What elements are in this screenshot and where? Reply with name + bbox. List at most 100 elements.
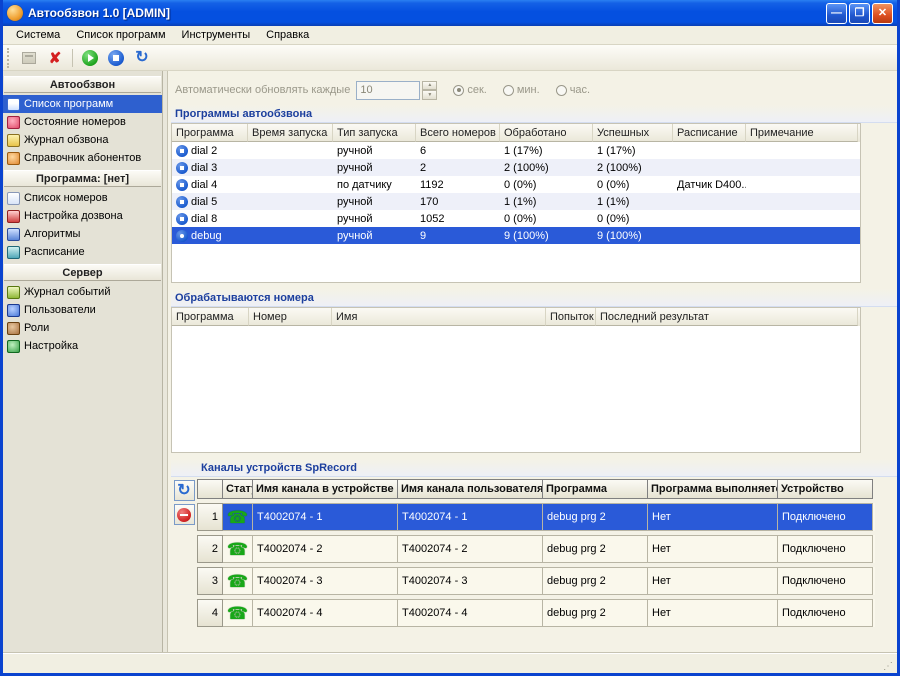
close-button[interactable]: ✕ [872,3,893,24]
stepper-down-icon[interactable]: ▼ [422,90,437,100]
column-header[interactable]: Имя канала в устройстве [253,479,398,499]
column-header[interactable]: Программа выполняется [648,479,778,499]
menu-system[interactable]: Система [9,27,67,43]
column-header[interactable]: Программа [543,479,648,499]
column-header[interactable]: Последний результат [596,308,858,326]
channel-row[interactable]: 2 ☎ T4002074 - 2 T4002074 - 2 debug prg … [197,535,875,563]
refresh-interval-input[interactable] [356,81,420,100]
phone-icon: ☎ [227,573,248,590]
menu-bar: Система Список программ Инструменты Спра… [3,26,897,45]
phone-icon: ☎ [227,541,248,558]
programs-list-icon [7,98,20,111]
unit-radio-sec[interactable]: сек. [453,84,487,96]
delete-button[interactable]: ✘ [44,47,66,69]
row-number: 3 [197,567,223,595]
minimize-button[interactable]: — [826,3,847,24]
sidebar-item-schedule[interactable]: Расписание [3,243,162,261]
column-header[interactable]: Статус [223,479,253,499]
sidebar-item-events-journal[interactable]: Журнал событий [3,283,162,301]
sidebar-item-roles[interactable]: Роли [3,319,162,337]
column-header[interactable]: Имя [332,308,546,326]
column-header[interactable]: Успешных [593,124,673,142]
auto-refresh-label: Автоматически обновлять каждые [175,84,350,96]
app-icon [7,5,23,21]
menu-program-list[interactable]: Список программ [69,27,172,43]
numbers-list-icon [7,192,20,205]
table-row-selected[interactable]: debug ручной 9 9 (100%) 9 (100%) [172,227,860,244]
channels-stop-button[interactable] [174,504,195,525]
resize-grip[interactable]: ⋰ [883,661,897,673]
table-row[interactable]: dial 4 по датчику 1192 0 (0%) 0 (0%) Дат… [172,176,860,193]
menu-tools[interactable]: Инструменты [175,27,258,43]
program-stopped-icon [176,179,188,191]
phone-icon: ☎ [227,605,248,622]
processing-section-title: Обрабатываются номера [171,289,897,307]
channel-row[interactable]: 4 ☎ T4002074 - 4 T4002074 - 4 debug prg … [197,599,875,627]
channels-section-title: Каналы устройств SpRecord [171,459,897,477]
column-header[interactable]: Обработано [500,124,593,142]
column-header[interactable]: Номер [249,308,332,326]
start-play-icon [82,50,98,66]
processing-table-empty-area [172,326,860,452]
channel-row-selected[interactable]: 1 ☎ T4002074 - 1 T4002074 - 1 debug prg … [197,503,875,531]
sidebar-item-settings[interactable]: Настройка [3,337,162,355]
refresh-interval-stepper[interactable]: ▲ ▼ [422,81,437,100]
main-panel: Автоматически обновлять каждые ▲ ▼ сек. … [168,71,897,653]
column-header[interactable]: Расписание [673,124,746,142]
channels-section: Каналы устройств SpRecord ↻ Статус Имя к… [171,459,897,627]
processing-table-header: Программа Номер Имя Попыток Последний ре… [172,308,860,326]
sidebar-item-numbers-list[interactable]: Список номеров [3,189,162,207]
refresh-icon: ↻ [135,50,148,66]
sidebar-item-label: Состояние номеров [24,116,126,128]
sidebar-item-label: Список номеров [24,192,108,204]
stepper-up-icon[interactable]: ▲ [422,81,437,91]
table-row[interactable]: dial 5 ручной 170 1 (1%) 1 (1%) [172,193,860,210]
table-row[interactable]: dial 8 ручной 1052 0 (0%) 0 (0%) [172,210,860,227]
column-header[interactable]: Программа [172,308,249,326]
column-header[interactable]: Программа [172,124,248,142]
sidebar-item-label: Список программ [24,98,113,110]
column-header[interactable]: Попыток [546,308,596,326]
stop-button[interactable] [105,47,127,69]
sidebar-item-program-list[interactable]: Список программ [3,95,162,113]
unit-radio-hour[interactable]: час. [556,84,590,96]
table-row[interactable]: dial 3 ручной 2 2 (100%) 2 (100%) [172,159,860,176]
delete-x-icon: ✘ [49,49,62,67]
stop-minus-icon [177,508,191,522]
unit-radio-min[interactable]: мин. [503,84,540,96]
column-header[interactable]: Устройство [778,479,873,499]
sidebar-item-subscribers[interactable]: Справочник абонентов [3,149,162,167]
sidebar-item-algorithms[interactable]: Алгоритмы [3,225,162,243]
sidebar-item-numbers-state[interactable]: Состояние номеров [3,113,162,131]
row-number: 4 [197,599,223,627]
sidebar-item-dial-settings[interactable]: Настройка дозвона [3,207,162,225]
table-row[interactable]: dial 2 ручной 6 1 (17%) 1 (17%) [172,142,860,159]
sidebar-item-dial-journal[interactable]: Журнал обзвона [3,131,162,149]
maximize-button[interactable]: ❐ [849,3,870,24]
sidebar-item-users[interactable]: Пользователи [3,301,162,319]
column-header[interactable]: Всего номеров [416,124,500,142]
radio-label: час. [570,84,590,96]
start-button[interactable] [79,47,101,69]
channels-table-header: Статус Имя канала в устройстве Имя канал… [197,479,875,499]
column-header[interactable]: Примечание [746,124,858,142]
new-form-button[interactable] [18,47,40,69]
column-header[interactable]: Имя канала пользователя [398,479,543,499]
column-header[interactable]: Тип запуска [333,124,416,142]
app-window: Автообзвон 1.0 [ADMIN] — ❐ ✕ Система Спи… [0,0,900,676]
toolbar-grip[interactable] [7,48,12,68]
row-number: 2 [197,535,223,563]
channels-refresh-button[interactable]: ↻ [174,480,195,501]
column-header[interactable]: Время запуска [248,124,333,142]
programs-table-header: Программа Время запуска Тип запуска Всег… [172,124,860,142]
sidebar-item-label: Роли [24,322,49,334]
numbers-state-icon [7,116,20,129]
programs-section-title: Программы автообзвона [171,105,897,123]
sidebar-item-label: Настройка [24,340,78,352]
radio-label: сек. [467,84,487,96]
refresh-button[interactable]: ↻ [131,47,153,69]
program-stopped-icon [176,162,188,174]
menu-help[interactable]: Справка [259,27,316,43]
auto-refresh-bar: Автоматически обновлять каждые ▲ ▼ сек. … [171,75,897,105]
channel-row[interactable]: 3 ☎ T4002074 - 3 T4002074 - 3 debug prg … [197,567,875,595]
